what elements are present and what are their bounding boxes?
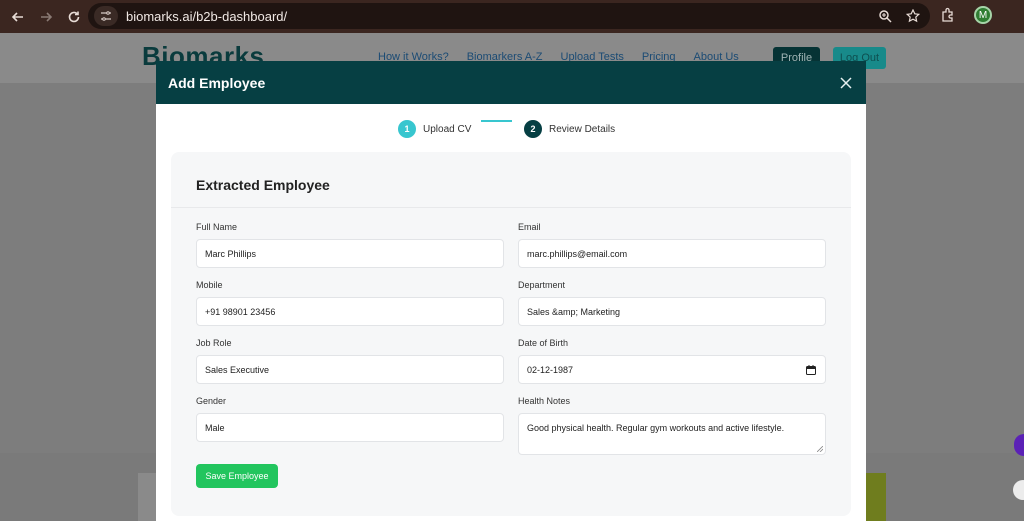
email-value: marc.phillips@email.com [527, 248, 628, 259]
mobile-field[interactable]: +91 98901 23456 [196, 297, 504, 326]
department-label: Department [518, 280, 566, 290]
mobile-label: Mobile [196, 280, 223, 290]
browser-toolbar: biomarks.ai/b2b-dashboard/ M [0, 0, 1024, 33]
reload-button[interactable] [64, 7, 84, 27]
address-bar[interactable]: biomarks.ai/b2b-dashboard/ [88, 3, 930, 29]
site-settings-icon[interactable] [94, 6, 118, 26]
save-employee-button[interactable]: Save Employee [196, 464, 278, 488]
step-label: Review Details [549, 123, 616, 135]
department-value: Sales &amp; Marketing [527, 306, 621, 317]
step-number: 1 [398, 120, 416, 138]
job-role-label: Job Role [196, 338, 232, 348]
email-label: Email [518, 222, 541, 232]
employee-form-panel: Extracted Employee Full Name Marc Philli… [171, 152, 851, 516]
dob-value: 02-12-1987 [527, 364, 574, 375]
job-role-field[interactable]: Sales Executive [196, 355, 504, 384]
modal-header: Add Employee [156, 61, 866, 104]
full-name-value: Marc Phillips [205, 248, 257, 259]
job-role-value: Sales Executive [205, 364, 270, 375]
close-icon [840, 76, 852, 89]
back-arrow-icon [11, 11, 23, 22]
site-card [866, 473, 886, 521]
close-button[interactable] [838, 75, 854, 91]
reload-icon [68, 11, 80, 22]
step-connector [481, 120, 512, 122]
back-button[interactable] [8, 7, 28, 27]
step-review-details[interactable]: 2 Review Details [524, 120, 615, 138]
email-field[interactable]: marc.phillips@email.com [518, 239, 826, 268]
calendar-icon[interactable] [806, 365, 816, 375]
step-label: Upload CV [423, 123, 472, 135]
health-notes-label: Health Notes [518, 396, 571, 406]
gender-field[interactable]: Male [196, 413, 504, 442]
step-upload-cv[interactable]: 1 Upload CV [398, 120, 471, 138]
section-title: Extracted Employee [196, 177, 330, 193]
forward-button[interactable] [36, 7, 56, 27]
forward-arrow-icon [41, 11, 53, 22]
health-notes-textarea[interactable]: Good physical health. Regular gym workou… [518, 413, 826, 455]
full-name-field[interactable]: Marc Phillips [196, 239, 504, 268]
resize-handle-icon[interactable] [817, 446, 823, 452]
zoom-icon[interactable] [878, 9, 892, 23]
modal-title: Add Employee [168, 74, 266, 91]
divider [171, 207, 851, 208]
step-number: 2 [524, 120, 542, 138]
profile-avatar[interactable]: M [974, 6, 992, 24]
dob-label: Date of Birth [518, 338, 569, 348]
department-field[interactable]: Sales &amp; Marketing [518, 297, 826, 326]
health-notes-value: Good physical health. Regular gym workou… [527, 423, 785, 433]
bookmark-star-icon[interactable] [906, 9, 920, 23]
gender-label: Gender [196, 396, 227, 406]
dob-field[interactable]: 02-12-1987 [518, 355, 826, 384]
mobile-value: +91 98901 23456 [205, 306, 276, 317]
url-text: biomarks.ai/b2b-dashboard/ [126, 8, 288, 24]
extensions-icon[interactable] [940, 7, 956, 23]
gender-value: Male [205, 422, 225, 433]
full-name-label: Full Name [196, 222, 238, 232]
